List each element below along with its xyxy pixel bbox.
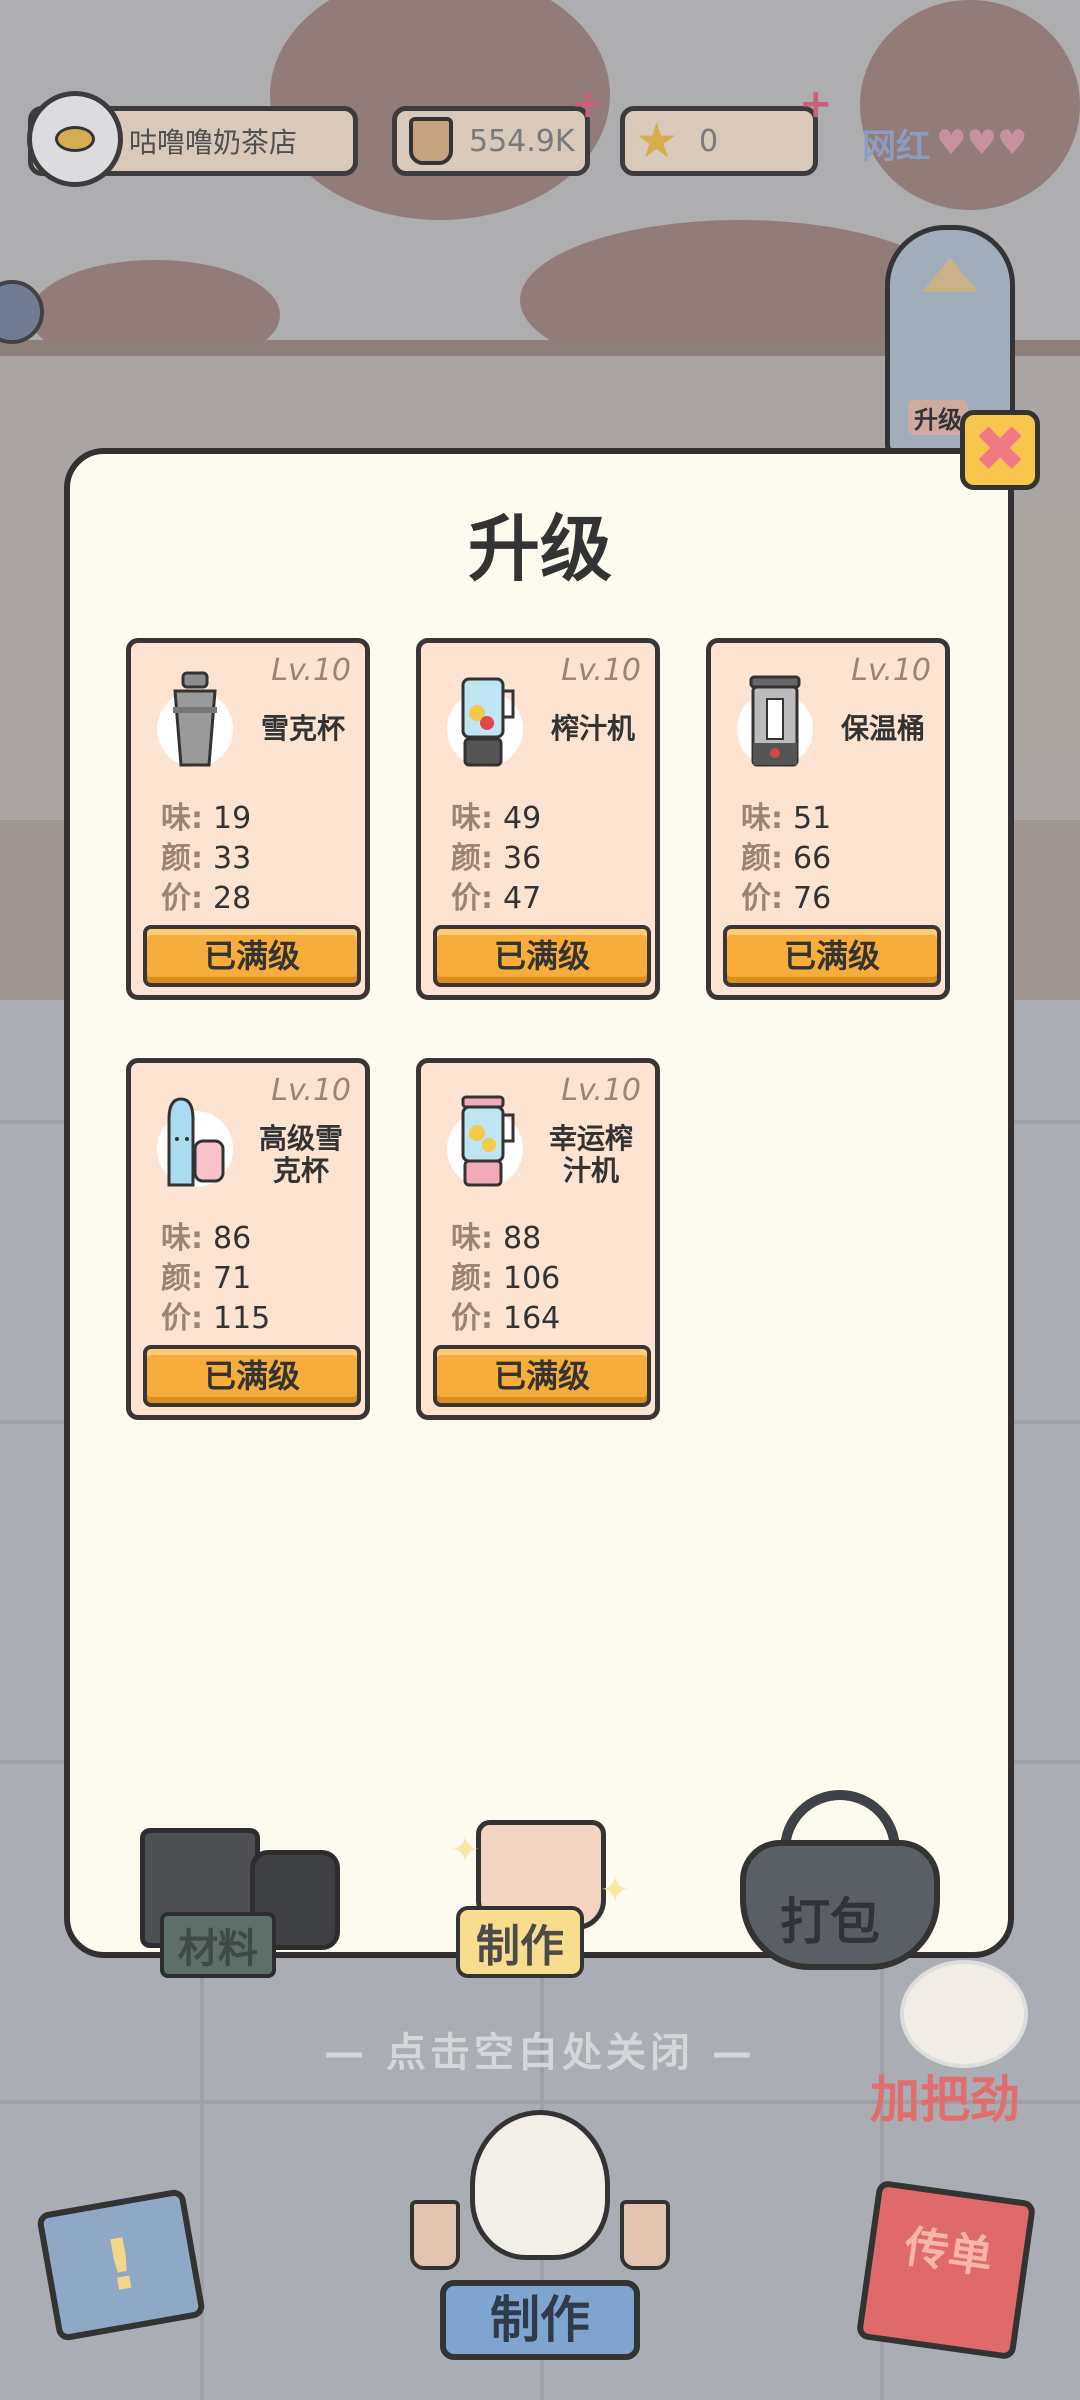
price-stat-value: 28 [213, 881, 252, 916]
price-stat-value: 164 [503, 1301, 561, 1336]
color-stat-label: 颜: [451, 841, 493, 876]
taste-stat: 味: 86 [161, 1213, 251, 1257]
taste-stat-value: 49 [503, 801, 542, 836]
color-stat: 颜: 36 [451, 833, 541, 877]
price-stat-label: 价: [451, 1301, 493, 1336]
panel-title: 升级 [467, 507, 612, 591]
equipment-name: 保温桶 [840, 712, 925, 745]
color-stat-label: 颜: [161, 1261, 203, 1296]
color-stat: 颜: 71 [161, 1253, 251, 1297]
milk-tea-cup-icon [410, 2200, 460, 2270]
color-stat: 颜: 33 [161, 833, 251, 877]
taste-stat: 味: 88 [451, 1213, 541, 1257]
max-level-button[interactable]: 已满级 [143, 925, 361, 987]
make-label: 制作 [456, 1906, 584, 1978]
taste-stat-value: 51 [793, 801, 832, 836]
shaker-icon [157, 671, 233, 767]
equipment-name: 榨汁机 [550, 712, 635, 745]
thermos-bucket-icon [737, 675, 813, 767]
color-stat-label: 颜: [161, 841, 203, 876]
color-stat-value: 66 [793, 841, 832, 876]
max-level-button[interactable]: 已满级 [723, 925, 941, 987]
juicer-icon [447, 677, 523, 767]
equipment-name: 高级雪克杯 [258, 1122, 343, 1187]
price-stat: 价: 115 [161, 1293, 270, 1337]
cheer-mascot[interactable]: 加把劲 [860, 1960, 1060, 2130]
level-label: Lv.10 [271, 1073, 351, 1108]
taste-stat-label: 味: [451, 1221, 493, 1256]
price-stat-value: 115 [213, 1301, 271, 1336]
price-stat: 价: 76 [741, 873, 831, 917]
taste-stat: 味: 19 [161, 793, 251, 837]
flyer-label: 传单 [901, 2221, 996, 2285]
flyer-box-icon: 传单 [855, 2179, 1037, 2361]
price-stat: 价: 47 [451, 873, 541, 917]
color-stat-value: 106 [503, 1261, 561, 1296]
color-stat-value: 36 [503, 841, 542, 876]
equipment-card-lucky-juicer: Lv.10 幸运榨汁机 味: 88 颜: 106 价: 164 已满级 [416, 1058, 660, 1420]
make-nav-label: 制作 [440, 2280, 640, 2360]
book-icon: ! [35, 2187, 207, 2343]
color-stat: 颜: 66 [741, 833, 831, 877]
taste-stat-value: 88 [503, 1221, 542, 1256]
taste-stat-value: 19 [213, 801, 252, 836]
max-level-button[interactable]: 已满级 [433, 1345, 651, 1407]
equipment-name: 雪克杯 [260, 712, 345, 745]
equipment-card-premium-shaker: Lv.10 高级雪克杯 味: 86 颜: 71 价: 115 已满级 [126, 1058, 370, 1420]
taste-stat-label: 味: [161, 801, 203, 836]
equipment-card-thermos: Lv.10 保温桶 味: 51 颜: 66 价: 76 已满级 [706, 638, 950, 1000]
duck-chef-icon [470, 2110, 610, 2260]
close-icon: ✖ [973, 413, 1027, 487]
taste-stat-value: 86 [213, 1221, 252, 1256]
price-stat-value: 47 [503, 881, 542, 916]
level-label: Lv.10 [851, 653, 931, 688]
color-stat: 颜: 106 [451, 1253, 560, 1297]
color-stat-label: 颜: [451, 1261, 493, 1296]
taste-stat-label: 味: [161, 1221, 203, 1256]
price-stat: 价: 28 [161, 873, 251, 917]
price-stat: 价: 164 [451, 1293, 560, 1337]
cheer-label: 加把劲 [870, 2071, 1020, 2129]
price-stat-value: 76 [793, 881, 832, 916]
premium-shaker-icon [157, 1097, 233, 1187]
taste-stat-label: 味: [741, 801, 783, 836]
materials-label: 材料 [160, 1912, 276, 1978]
level-label: Lv.10 [561, 1073, 641, 1108]
sparkle-icon: ✦ [450, 1830, 481, 1871]
materials-station[interactable]: 材料 [130, 1820, 350, 1980]
color-stat-value: 33 [213, 841, 252, 876]
duck-mascot-icon [900, 1960, 1028, 2068]
lucky-juicer-icon [447, 1095, 523, 1187]
make-station[interactable]: ✦ ✦ 制作 [450, 1790, 630, 1980]
max-level-button[interactable]: 已满级 [143, 1345, 361, 1407]
color-stat-label: 颜: [741, 841, 783, 876]
taste-stat: 味: 49 [451, 793, 541, 837]
recipe-book-button[interactable]: ! [35, 2187, 207, 2350]
max-level-button[interactable]: 已满级 [433, 925, 651, 987]
price-stat-label: 价: [741, 881, 783, 916]
milk-tea-cup-icon [620, 2200, 670, 2270]
price-stat-label: 价: [161, 881, 203, 916]
equipment-card-shaker: Lv.10 雪克杯 味: 19 颜: 33 价: 28 已满级 [126, 638, 370, 1000]
make-nav-button[interactable]: 制作 [400, 2110, 680, 2380]
taste-stat: 味: 51 [741, 793, 831, 837]
level-label: Lv.10 [271, 653, 351, 688]
pack-station[interactable]: 打包 [740, 1790, 940, 1980]
price-stat-label: 价: [161, 1301, 203, 1336]
flyer-button[interactable]: 传单 [855, 2179, 1046, 2370]
equipment-card-juicer: Lv.10 榨汁机 味: 49 颜: 36 价: 47 已满级 [416, 638, 660, 1000]
sparkle-icon: ✦ [600, 1870, 631, 1911]
color-stat-value: 71 [213, 1261, 252, 1296]
close-button[interactable]: ✖ [960, 410, 1040, 490]
equipment-name: 幸运榨汁机 [548, 1122, 633, 1187]
pack-label: 打包 [780, 1893, 880, 1951]
price-stat-label: 价: [451, 881, 493, 916]
taste-stat-label: 味: [451, 801, 493, 836]
level-label: Lv.10 [561, 653, 641, 688]
